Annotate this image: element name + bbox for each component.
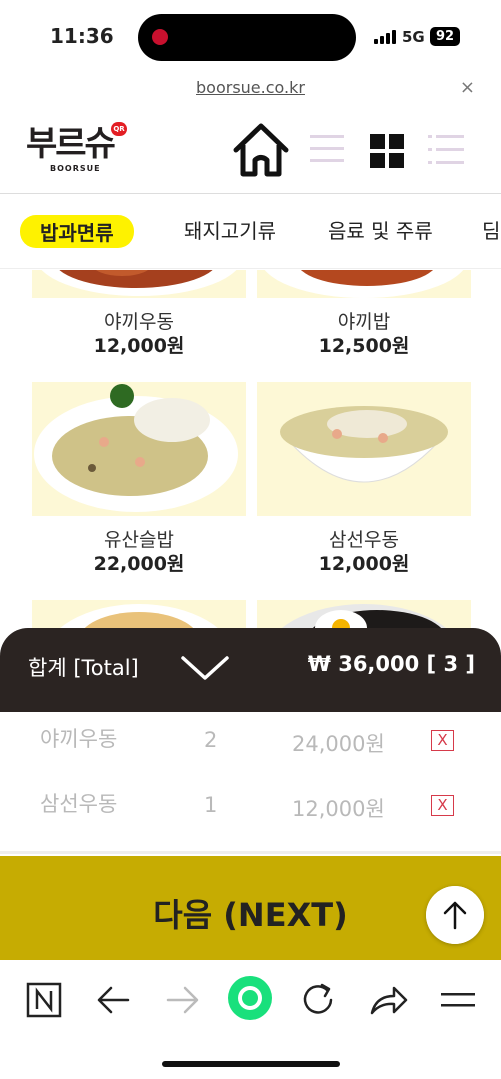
cart-item-qty: 2 [204, 728, 218, 752]
tab-rice-noodles[interactable]: 밥과면류 [20, 215, 134, 248]
cart-item-name: 삼선우동 [40, 792, 118, 816]
tab-pork[interactable]: 돼지고기류 [184, 215, 276, 244]
product-price: 12,000원 [318, 553, 410, 575]
cart-list: 야끼우동 2 24,000원 X 삼선우동 1 12,000원 X [0, 712, 501, 854]
scroll-top-button[interactable] [426, 886, 484, 944]
green-dot-icon[interactable] [226, 974, 274, 1022]
refresh-icon[interactable] [298, 980, 338, 1020]
total-label: 합계 [Total] [28, 656, 139, 680]
signal-icon [374, 30, 396, 44]
clock: 11:36 [50, 24, 114, 48]
cart-item-price: 12,000원 [292, 797, 385, 821]
home-indicator[interactable] [162, 1061, 340, 1067]
total-amount: ₩ 36,000 [ 3 ] [307, 652, 475, 676]
home-icon[interactable] [230, 120, 292, 180]
recording-indicator-icon [152, 29, 168, 45]
grid-view-icon[interactable] [370, 134, 404, 168]
tab-dim[interactable]: 딤 [482, 215, 500, 244]
forward-icon[interactable] [162, 980, 202, 1020]
status-bar: 11:36 5G 92 [0, 0, 501, 74]
category-tabs: 밥과면류 돼지고기류 음료 및 주류 딤 [0, 195, 501, 269]
naver-icon[interactable] [24, 980, 64, 1020]
product-card[interactable]: 야끼우동 12,000원 [32, 270, 246, 358]
product-name: 유산슬밥 [104, 529, 174, 551]
dynamic-island [138, 14, 356, 61]
product-image [32, 382, 246, 516]
url-bar: boorsue.co.kr × [0, 74, 501, 108]
tab-drinks[interactable]: 음료 및 주류 [328, 215, 433, 244]
cart-item: 삼선우동 1 12,000원 X [0, 781, 501, 845]
logo-subtext: BOORSUE [50, 164, 101, 173]
share-icon[interactable] [368, 980, 408, 1020]
back-icon[interactable] [94, 980, 134, 1020]
qr-badge: QR [111, 122, 127, 136]
cart-item-qty: 1 [204, 793, 218, 817]
product-name: 야끼밥 [337, 311, 391, 333]
product-card[interactable]: 유산슬밥 22,000원 [32, 382, 246, 576]
product-grid: 야끼우동 12,000원 야끼밥 12,500원 유산슬밥 22,000원 삼선… [0, 270, 501, 630]
product-name: 삼선우동 [329, 529, 399, 551]
product-image [32, 270, 246, 298]
site-header: 부르슈 BOORSUE QR [0, 108, 501, 194]
product-image [32, 600, 246, 630]
product-price: 12,000원 [93, 335, 185, 357]
product-name: 야끼우동 [104, 311, 174, 333]
detail-list-icon[interactable] [428, 134, 464, 166]
product-price: 22,000원 [93, 553, 185, 575]
cart-item: 야끼우동 2 24,000원 X [0, 716, 501, 780]
menu-icon[interactable] [438, 980, 478, 1020]
close-icon[interactable]: × [460, 77, 475, 98]
list-view-icon[interactable] [310, 134, 346, 164]
network-type: 5G [402, 28, 425, 46]
cart-item-price: 24,000원 [292, 732, 385, 756]
remove-button[interactable]: X [431, 730, 454, 751]
cart-total-bar[interactable]: 합계 [Total] ₩ 36,000 [ 3 ] [0, 628, 501, 712]
battery-icon: 92 [430, 27, 460, 46]
remove-button[interactable]: X [431, 795, 454, 816]
product-card[interactable]: 삼선우동 12,000원 [257, 382, 471, 576]
cart-item-name: 야끼우동 [40, 727, 118, 751]
product-image [257, 600, 471, 630]
url-text[interactable]: boorsue.co.kr [0, 78, 501, 97]
logo[interactable]: 부르슈 BOORSUE QR [26, 122, 130, 180]
product-image [257, 382, 471, 516]
product-card[interactable]: 야끼밥 12,500원 [257, 270, 471, 358]
chevron-down-icon[interactable] [180, 654, 230, 682]
product-card[interactable] [257, 600, 471, 630]
product-card[interactable] [32, 600, 246, 630]
product-price: 12,500원 [318, 335, 410, 357]
product-image [257, 270, 471, 298]
